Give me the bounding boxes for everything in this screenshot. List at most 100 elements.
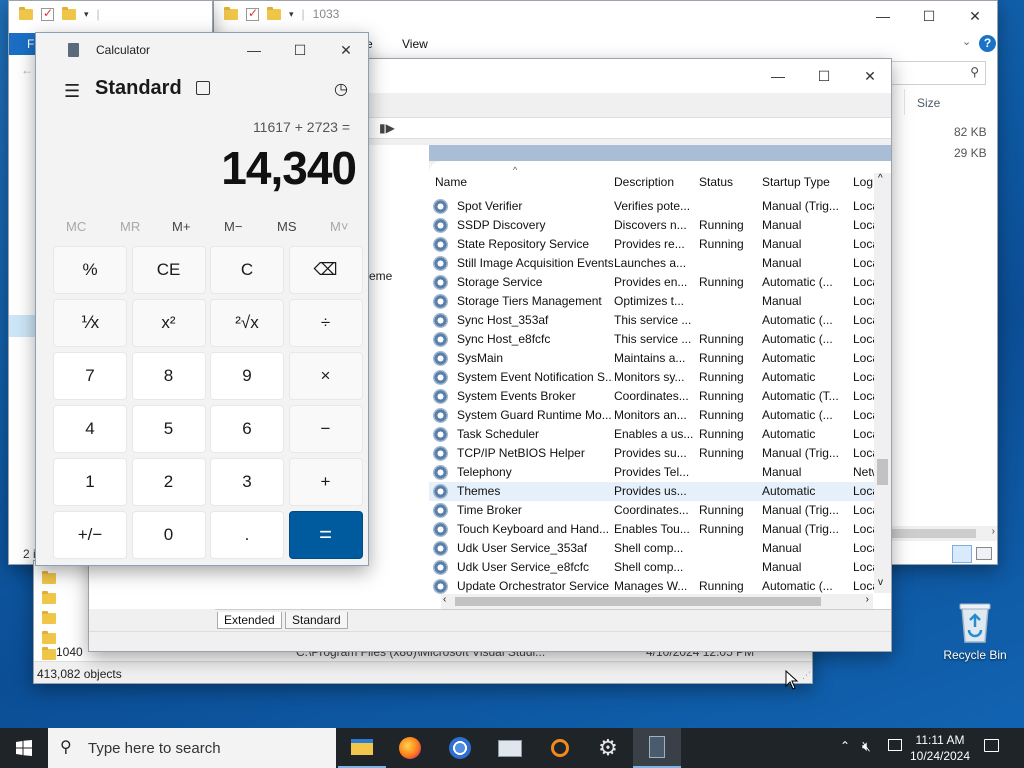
service-row[interactable]: Themes Provides us... Automatic Loca xyxy=(429,482,891,501)
backspace-button[interactable]: ⌫ xyxy=(288,246,363,294)
close-button[interactable]: ✕ xyxy=(323,35,368,65)
recycle-bin[interactable]: Recycle Bin xyxy=(940,600,1010,662)
vertical-scrollbar[interactable]: ^ v xyxy=(874,173,891,593)
minus-button[interactable]: − xyxy=(288,405,363,453)
resume-service-icon[interactable]: ▮▶ xyxy=(379,121,395,135)
customize-qa-icon[interactable]: ▾ xyxy=(289,9,294,20)
horizontal-scrollbar[interactable]: ‹ › xyxy=(441,594,873,609)
memory-store-button[interactable]: MS xyxy=(277,219,297,234)
search-box[interactable]: ⚲ xyxy=(890,61,986,85)
equals-button[interactable]: = xyxy=(288,511,363,559)
search-box[interactable]: ⚲ Type here to search xyxy=(48,728,336,768)
history-icon[interactable]: ◷ xyxy=(334,79,348,99)
ribbon-expand-icon[interactable]: ⌄ xyxy=(962,35,971,48)
digit-6-button[interactable]: 6 xyxy=(210,405,284,453)
clear-entry-button[interactable]: CE xyxy=(131,246,206,294)
column-log-on-as[interactable]: Log xyxy=(853,175,873,189)
digit-4-button[interactable]: 4 xyxy=(53,405,127,453)
maximize-button[interactable]: ☐ xyxy=(277,35,323,65)
service-row[interactable]: Udk User Service_e8fcfc Shell comp... Manu… xyxy=(429,558,891,577)
calculator-taskbar-button[interactable] xyxy=(633,728,681,768)
column-name[interactable]: Name xyxy=(435,175,467,189)
square-button[interactable]: x² xyxy=(131,299,206,347)
multiply-button[interactable]: × xyxy=(288,352,363,400)
settings-taskbar-button[interactable]: ⚙ xyxy=(584,728,632,768)
plus-button[interactable]: + xyxy=(288,458,363,506)
chromium-taskbar-button[interactable] xyxy=(436,728,484,768)
memory-add-button[interactable]: M+ xyxy=(172,219,190,234)
service-row[interactable]: Time Broker Coordinates... Running Manual (… xyxy=(429,501,891,520)
maximize-button[interactable]: ☐ xyxy=(906,1,952,31)
service-row[interactable]: System Guard Runtime Mo... Monitors an...… xyxy=(429,406,891,425)
reciprocal-button[interactable]: ⅟x xyxy=(53,299,127,347)
services-list[interactable]: ^ Name Description Status Startup Type L… xyxy=(429,161,891,609)
column-startup-type[interactable]: Startup Type xyxy=(762,175,830,189)
service-row[interactable]: System Event Notification S... Monitors s… xyxy=(429,368,891,387)
negate-button[interactable]: +/− xyxy=(53,511,127,559)
size-column-header[interactable]: Size xyxy=(904,89,994,115)
memory-recall-button[interactable]: MR xyxy=(120,219,140,234)
service-row[interactable]: TCP/IP NetBIOS Helper Provides su... Runni… xyxy=(429,444,891,463)
service-row[interactable]: Still Image Acquisition Events Launches a… xyxy=(429,254,891,273)
start-button[interactable] xyxy=(0,728,48,768)
service-row[interactable]: Storage Tiers Management Optimizes t... Ma… xyxy=(429,292,891,311)
volume-muted-icon[interactable]: 🔇︎ xyxy=(862,738,871,755)
hamburger-menu-icon[interactable]: ☰ xyxy=(64,81,80,102)
details-view-icon[interactable] xyxy=(952,545,972,563)
menu-view[interactable]: View xyxy=(402,37,428,51)
maximize-button[interactable]: ☐ xyxy=(801,61,847,91)
clock[interactable]: 11:11 AM 10/24/2024 xyxy=(905,732,975,764)
calculator-window[interactable]: Calculator — ☐ ✕ ☰ Standard ◷ 11617 + 27… xyxy=(35,32,369,566)
service-row[interactable]: SysMain Maintains a... Running Automatic Loc… xyxy=(429,349,891,368)
digit-0-button[interactable]: 0 xyxy=(131,511,206,559)
square-root-button[interactable]: ²√x xyxy=(210,299,284,347)
clear-button[interactable]: C xyxy=(210,246,284,294)
minimize-button[interactable]: — xyxy=(755,61,801,91)
service-row[interactable]: System Events Broker Coordinates... Runnin… xyxy=(429,387,891,406)
digit-1-button[interactable]: 1 xyxy=(53,458,127,506)
digit-9-button[interactable]: 9 xyxy=(210,352,284,400)
service-row[interactable]: SSDP Discovery Discovers n... Running Manua… xyxy=(429,216,891,235)
service-row[interactable]: State Repository Service Provides re... Ru… xyxy=(429,235,891,254)
service-row[interactable]: Touch Keyboard and Hand... Enables Tou...… xyxy=(429,520,891,539)
digit-5-button[interactable]: 5 xyxy=(131,405,206,453)
back-arrow-icon[interactable]: ← xyxy=(21,63,33,77)
memory-clear-button[interactable]: MC xyxy=(66,219,86,234)
keep-on-top-icon[interactable] xyxy=(196,81,210,95)
service-row[interactable]: Udk User Service_353af Shell comp... Manua… xyxy=(429,539,891,558)
customize-qa-icon[interactable]: ▾ xyxy=(84,9,89,20)
tab-standard[interactable]: Standard xyxy=(285,612,348,629)
notifications-icon[interactable] xyxy=(984,739,999,752)
folder-row-name[interactable]: 1040 xyxy=(56,645,83,659)
memory-list-button[interactable]: M˅ xyxy=(330,219,348,234)
service-row[interactable]: Sync Host_353af This service ... Automatic… xyxy=(429,311,891,330)
service-row[interactable]: Telephony Provides Tel... Manual Netw xyxy=(429,463,891,482)
digit-2-button[interactable]: 2 xyxy=(131,458,206,506)
help-icon[interactable]: ? xyxy=(979,35,996,52)
digit-7-button[interactable]: 7 xyxy=(53,352,127,400)
tab-extended[interactable]: Extended xyxy=(217,612,282,629)
divide-button[interactable]: ÷ xyxy=(288,299,363,347)
column-status[interactable]: Status xyxy=(699,175,733,189)
close-button[interactable]: ✕ xyxy=(952,1,997,31)
minimize-button[interactable]: — xyxy=(860,1,906,31)
column-description[interactable]: Description xyxy=(614,175,674,189)
digit-3-button[interactable]: 3 xyxy=(210,458,284,506)
percent-button[interactable]: % xyxy=(53,246,127,294)
new-folder-icon[interactable] xyxy=(62,6,76,20)
close-button[interactable]: ✕ xyxy=(847,61,891,91)
scrollbar-thumb[interactable] xyxy=(455,597,821,606)
properties-icon[interactable] xyxy=(246,6,259,21)
mail-taskbar-button[interactable] xyxy=(486,728,534,768)
new-folder-icon[interactable] xyxy=(267,6,281,20)
search-tool-taskbar-button[interactable] xyxy=(536,728,584,768)
network-icon[interactable] xyxy=(888,739,902,751)
service-row[interactable]: Spot Verifier Verifies pote... Manual (Tri… xyxy=(429,197,891,216)
file-tab[interactable]: F xyxy=(9,33,37,55)
scrollbar-thumb[interactable] xyxy=(877,459,888,485)
resize-grip-icon[interactable]: ⋰ xyxy=(802,670,811,681)
large-icons-view-icon[interactable] xyxy=(976,547,992,560)
decimal-button[interactable]: . xyxy=(210,511,284,559)
memory-subtract-button[interactable]: M− xyxy=(224,219,242,234)
properties-icon[interactable] xyxy=(41,6,54,21)
